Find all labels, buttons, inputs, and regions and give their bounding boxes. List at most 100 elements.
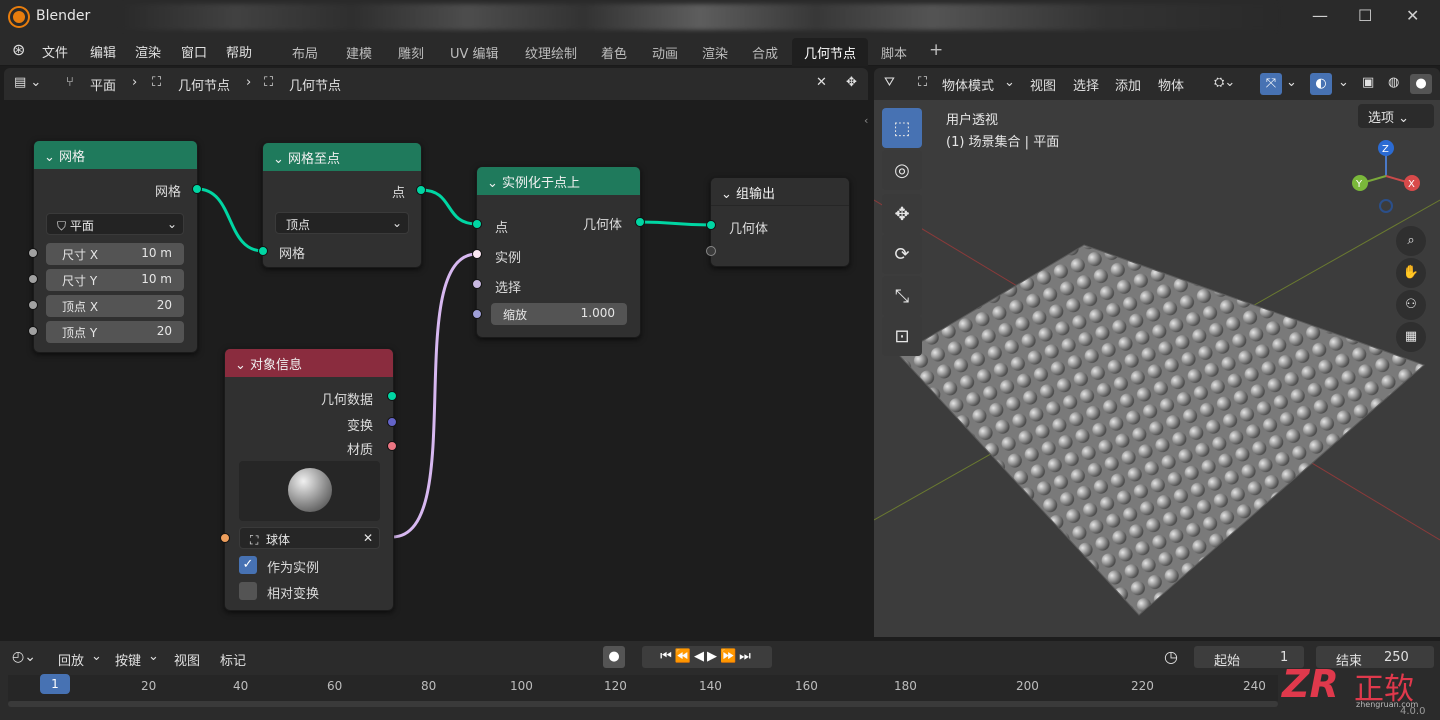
- node-grid[interactable]: ⌄ 网格 网格 ⛉ 平面 ⌄ 尺寸 X 10 m 尺寸 Y 10 m 顶点 X 20 顶…: [33, 140, 198, 353]
- frame-ruler[interactable]: [8, 675, 1278, 701]
- mode-dropdown[interactable]: 物体模式: [942, 75, 994, 94]
- add-workspace-button[interactable]: +: [929, 40, 943, 60]
- node-object-info[interactable]: ⌄ 对象信息 几何数据 变换 材质 ⛶ 球体 ✕ ✓ 作为实例 相对变换: [224, 348, 394, 611]
- size-x-field[interactable]: 尺寸 X 10 m: [46, 243, 184, 265]
- socket-points-out[interactable]: [416, 185, 426, 195]
- socket-mesh-in[interactable]: [258, 246, 268, 256]
- menu-marker[interactable]: 标记: [220, 650, 246, 669]
- wireframe-shading-icon[interactable]: ◍: [1388, 75, 1399, 90]
- menu-playback[interactable]: 回放: [58, 650, 84, 669]
- link-instance-to-output: [639, 220, 712, 227]
- object-selector[interactable]: ⛶ 球体 ✕: [239, 527, 380, 549]
- chevron-down-icon[interactable]: ⌄: [1286, 75, 1297, 90]
- zoom-icon[interactable]: ⌕: [1396, 226, 1426, 256]
- object-mode-icon: ⛶: [918, 75, 928, 90]
- socket-size-y[interactable]: [28, 274, 38, 284]
- watermark-logo: ZR: [1282, 662, 1339, 706]
- node-header[interactable]: ⌄ 网格至点: [263, 143, 421, 171]
- svg-text:X: X: [1408, 179, 1415, 190]
- node-mesh-to-points[interactable]: ⌄ 网格至点 点 顶点 ⌄ 网格: [262, 142, 422, 268]
- sphere-preview-icon: [288, 468, 332, 512]
- editor-type-icon[interactable]: ⛛: [884, 75, 895, 90]
- scale-field[interactable]: 缩放 1.000: [491, 303, 627, 325]
- mode-dropdown[interactable]: 顶点 ⌄: [275, 212, 409, 234]
- navigation-gizmo[interactable]: Z X Y: [1350, 136, 1424, 216]
- socket-size-x[interactable]: [28, 248, 38, 258]
- transform-pivot-icon[interactable]: ⛭⌄: [1214, 75, 1235, 90]
- editor-type-icon[interactable]: ◴⌄: [12, 649, 36, 665]
- node-title: 网格至点: [288, 152, 341, 167]
- link-grid-to-meshpoints: [196, 187, 264, 253]
- socket-geo-data-out[interactable]: [387, 391, 397, 401]
- timeline-scrollbar[interactable]: [8, 701, 1278, 707]
- tab-scripting[interactable]: 脚本: [881, 43, 907, 62]
- socket-scale-in[interactable]: [472, 309, 482, 319]
- minimize-button[interactable]: —: [1312, 6, 1328, 25]
- xray-icon[interactable]: ▣: [1362, 75, 1374, 90]
- current-frame-indicator[interactable]: 1: [40, 674, 70, 694]
- maximize-button[interactable]: ☐: [1358, 6, 1372, 25]
- record-button[interactable]: ●: [603, 646, 625, 668]
- vertices-y-field[interactable]: 顶点 Y 20: [46, 321, 184, 343]
- as-instance-checkbox[interactable]: ✓: [239, 556, 257, 574]
- scale-tool-icon[interactable]: ⤡: [882, 276, 922, 316]
- cursor-tool-icon[interactable]: ◎: [882, 150, 922, 190]
- menu-view[interactable]: 视图: [174, 650, 200, 669]
- socket-geometry-out[interactable]: [635, 217, 645, 227]
- size-y-field[interactable]: 尺寸 Y 10 m: [46, 269, 184, 291]
- menu-select[interactable]: 选择: [1073, 75, 1099, 94]
- node-header[interactable]: ⌄ 组输出: [711, 178, 849, 206]
- instance-input-label: 实例: [495, 251, 522, 266]
- frame-tick: 100: [510, 679, 533, 693]
- playback-controls[interactable]: ⏮⏪◀▶⏩⏭: [642, 646, 772, 668]
- solid-shading-icon[interactable]: ●: [1410, 74, 1432, 94]
- pan-hand-icon[interactable]: ✋: [1396, 258, 1426, 288]
- chevron-down-icon[interactable]: ⌄: [1338, 75, 1349, 90]
- menu-keying[interactable]: 按键: [115, 650, 141, 669]
- node-header[interactable]: ⌄ 对象信息: [225, 349, 393, 377]
- svg-text:Y: Y: [1355, 179, 1363, 190]
- socket-points-in[interactable]: [472, 219, 482, 229]
- transform-output-label: 变换: [346, 419, 373, 434]
- move-tool-icon[interactable]: ✥: [882, 194, 922, 234]
- select-box-tool-icon[interactable]: ⬚: [882, 108, 922, 148]
- socket-transform-out[interactable]: [387, 417, 397, 427]
- overlay-toggle-icon[interactable]: ◐: [1310, 73, 1332, 95]
- options-dropdown[interactable]: 选项 ⌄: [1358, 104, 1434, 128]
- relative-checkbox[interactable]: [239, 582, 257, 600]
- clock-icon[interactable]: ◷: [1164, 647, 1178, 666]
- socket-output-geometry-in[interactable]: [706, 220, 716, 230]
- frame-tick: 200: [1016, 679, 1039, 693]
- menu-add[interactable]: 添加: [1115, 75, 1141, 94]
- collapse-arrow-icon[interactable]: ‹: [864, 114, 868, 127]
- output-label: 点: [391, 186, 405, 201]
- node-instance-on-points[interactable]: ⌄ 实例化于点上 几何体 点 实例 选择 缩放 1.000: [476, 166, 641, 338]
- node-header[interactable]: ⌄ 网格: [34, 141, 197, 169]
- selection-input-label: 选择: [495, 281, 522, 296]
- node-group-output[interactable]: ⌄ 组输出 几何体: [710, 177, 850, 267]
- clear-object-icon[interactable]: ✕: [363, 531, 373, 545]
- socket-object-in[interactable]: [220, 533, 230, 543]
- socket-material-out[interactable]: [387, 441, 397, 451]
- primitive-dropdown[interactable]: ⛉ 平面 ⌄: [46, 213, 184, 235]
- 3d-viewport[interactable]: 用户透视 (1) 场景集合 | 平面 选项 ⌄ Z X Y ⌕ ✋ ⚇ ▦: [874, 100, 1440, 637]
- rotate-tool-icon[interactable]: ⟳: [882, 234, 922, 274]
- grid-view-icon[interactable]: ▦: [1396, 322, 1426, 352]
- socket-output-empty[interactable]: [706, 246, 716, 256]
- gizmo-toggle-icon[interactable]: ⤧: [1260, 73, 1282, 95]
- frame-tick: 60: [327, 679, 343, 693]
- node-header[interactable]: ⌄ 实例化于点上: [477, 167, 640, 195]
- geometry-output-label: 几何数据: [320, 393, 373, 408]
- socket-vertices-x[interactable]: [28, 300, 38, 310]
- camera-icon[interactable]: ⚇: [1396, 290, 1426, 320]
- socket-instance-in[interactable]: [472, 249, 482, 259]
- menu-object[interactable]: 物体: [1158, 75, 1184, 94]
- node-title: 网格: [59, 150, 86, 165]
- socket-selection-in[interactable]: [472, 279, 482, 289]
- vertices-x-field[interactable]: 顶点 X 20: [46, 295, 184, 317]
- close-window-button[interactable]: ✕: [1406, 6, 1419, 25]
- menu-view[interactable]: 视图: [1030, 75, 1056, 94]
- transform-tool-icon[interactable]: ⊡: [882, 316, 922, 356]
- socket-grid-mesh-out[interactable]: [192, 184, 202, 194]
- socket-vertices-y[interactable]: [28, 326, 38, 336]
